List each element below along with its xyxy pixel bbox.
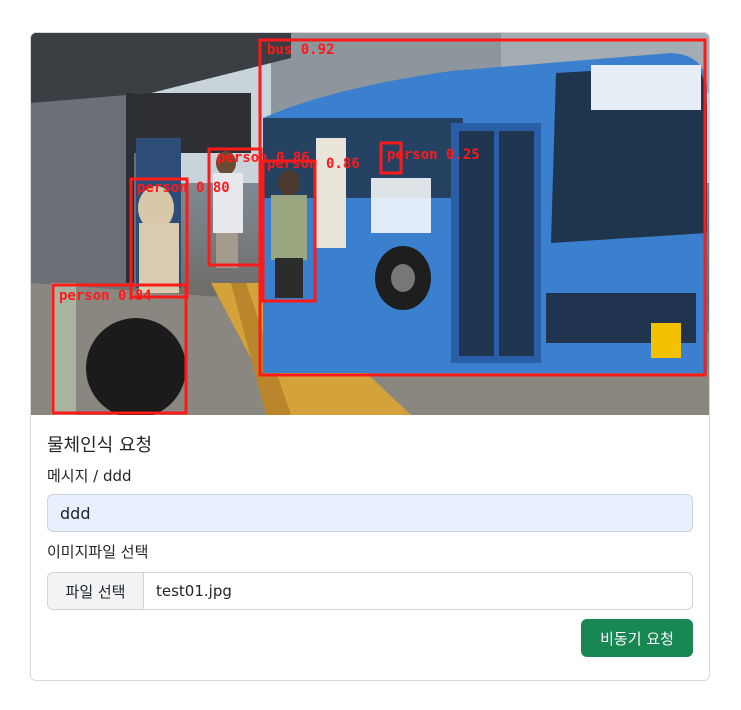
detection-card: bus 0.92 person 0.86 person 0.80 person … [30,32,710,681]
form-title: 물체인식 요청 [47,435,153,456]
detection-label-person: person 0.86 [217,150,310,166]
file-choose-button[interactable]: 파일 선택 [48,573,144,609]
file-label: 이미지파일 선택 [47,543,149,561]
detection-label-person: person 0.84 [59,288,152,304]
message-input[interactable] [47,494,693,532]
detection-label-bus: bus 0.92 [267,42,335,58]
detection-label-person: person 0.25 [387,147,480,163]
message-label: 메시지 / ddd [47,467,132,485]
file-input[interactable]: 파일 선택 test01.jpg [47,572,693,610]
detection-label-person: person 0.80 [137,180,230,196]
file-name: test01.jpg [156,582,232,600]
street-scene-illustration [31,33,709,415]
detection-result-image: bus 0.92 person 0.86 person 0.80 person … [31,33,709,415]
async-request-button[interactable]: 비동기 요청 [581,619,693,657]
